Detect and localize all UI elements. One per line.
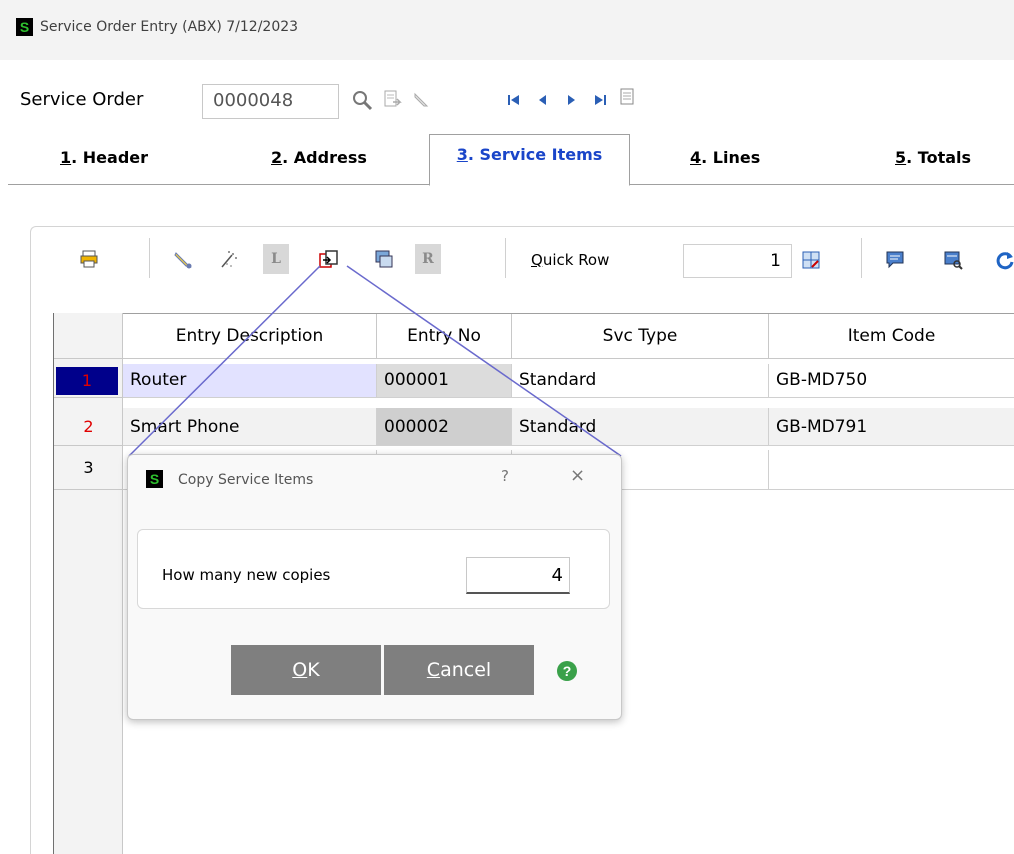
window-title: Service Order Entry (ABX) 7/12/2023 bbox=[40, 19, 299, 35]
column-header-item-code[interactable]: Item Code bbox=[769, 314, 1014, 359]
refresh-icon[interactable] bbox=[994, 249, 1014, 271]
window-stack-icon[interactable] bbox=[373, 248, 395, 270]
dialog-close-button[interactable]: × bbox=[570, 465, 585, 486]
row-number-cell[interactable]: 3 bbox=[54, 450, 123, 490]
column-header-entry-description[interactable]: Entry Description bbox=[123, 314, 377, 359]
cancel-button[interactable]: Cancel bbox=[384, 645, 534, 695]
dialog-help-button[interactable]: ? bbox=[501, 467, 509, 485]
toolbar-separator bbox=[505, 238, 506, 278]
table-row-cell-description[interactable]: Router bbox=[123, 364, 377, 398]
line-search-icon[interactable] bbox=[942, 249, 964, 271]
comment-icon[interactable] bbox=[884, 249, 906, 271]
title-bar: S Service Order Entry (ABX) 7/12/2023 bbox=[0, 0, 1014, 60]
magic-wand-icon[interactable] bbox=[217, 249, 239, 271]
tab-lines[interactable]: 4. Lines bbox=[690, 148, 760, 167]
first-record-icon[interactable] bbox=[503, 89, 525, 111]
memo-notepad-icon[interactable] bbox=[616, 86, 638, 108]
table-row-cell-entry-no[interactable]: 000002 bbox=[377, 408, 512, 446]
quick-row-label: Quick Row bbox=[531, 251, 610, 269]
copy-lines-icon[interactable] bbox=[318, 248, 340, 270]
copies-label: How many new copies bbox=[162, 566, 331, 584]
copies-input[interactable]: 4 bbox=[466, 557, 570, 594]
grid-corner-header bbox=[54, 314, 123, 359]
table-row-cell-entry-no[interactable]: 000001 bbox=[377, 364, 512, 398]
help-icon[interactable]: ? bbox=[557, 661, 577, 681]
toolbar-separator bbox=[861, 238, 862, 278]
service-order-entry-window: S Service Order Entry (ABX) 7/12/2023 Se… bbox=[0, 0, 1014, 854]
previous-record-icon[interactable] bbox=[531, 89, 553, 111]
tab-address[interactable]: 2. Address bbox=[271, 148, 367, 167]
pencil-eraser-icon[interactable] bbox=[410, 89, 432, 111]
table-row-cell-svc-type[interactable]: Standard bbox=[512, 364, 769, 398]
line-button-l[interactable]: L bbox=[263, 244, 289, 274]
service-order-input[interactable]: 0000048 bbox=[202, 84, 339, 119]
sage-logo-icon: S bbox=[146, 470, 163, 488]
quick-row-input[interactable]: 1 bbox=[683, 244, 792, 278]
last-record-icon[interactable] bbox=[589, 89, 611, 111]
service-order-label: Service Order bbox=[20, 89, 144, 110]
table-row-cell-item-code[interactable] bbox=[769, 450, 1014, 490]
row-number-cell[interactable]: 2 bbox=[54, 408, 123, 446]
table-row-cell-item-code[interactable]: GB-MD791 bbox=[769, 408, 1014, 446]
lookup-magnifier-icon[interactable] bbox=[351, 89, 373, 111]
pencil-icon[interactable] bbox=[172, 249, 194, 271]
column-header-svc-type[interactable]: Svc Type bbox=[512, 314, 769, 359]
tab-header[interactable]: 1. Header bbox=[60, 148, 148, 167]
sage-logo-icon: S bbox=[16, 18, 33, 36]
grid-settings-icon[interactable] bbox=[800, 249, 822, 271]
toolbar-separator bbox=[149, 238, 150, 278]
dialog-title: Copy Service Items bbox=[178, 472, 314, 488]
row-number-cell[interactable]: 1 bbox=[54, 364, 123, 398]
printer-icon[interactable] bbox=[78, 248, 100, 270]
ok-button[interactable]: OK bbox=[231, 645, 381, 695]
table-row-cell-item-code[interactable]: GB-MD750 bbox=[769, 364, 1014, 398]
right-button-r[interactable]: R bbox=[415, 244, 441, 274]
table-row-cell-description[interactable]: Smart Phone bbox=[123, 408, 377, 446]
tab-service-items[interactable]: 3. Service Items bbox=[429, 134, 630, 186]
column-header-entry-no[interactable]: Entry No bbox=[377, 314, 512, 359]
next-record-icon[interactable] bbox=[561, 89, 583, 111]
tab-totals[interactable]: 5. Totals bbox=[895, 148, 971, 167]
copy-document-icon[interactable] bbox=[381, 89, 403, 111]
table-row-cell-svc-type[interactable]: Standard bbox=[512, 408, 769, 446]
